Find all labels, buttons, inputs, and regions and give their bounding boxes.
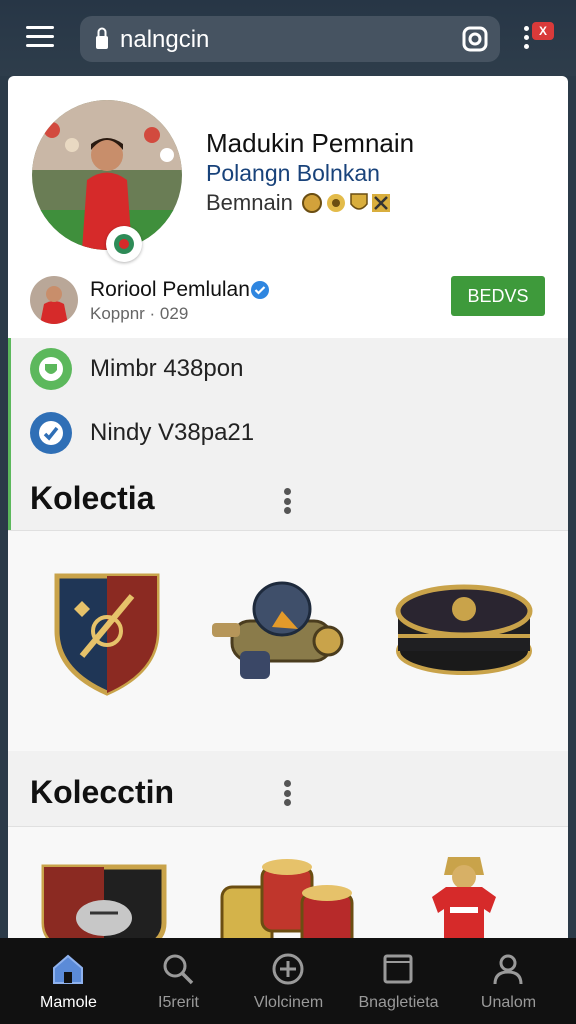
user-meta: Koppnr · 029 (90, 304, 189, 323)
browser-more-icon[interactable] (524, 26, 532, 50)
home-icon (53, 954, 83, 984)
verified-icon (251, 281, 269, 299)
url-text: nalngcin (120, 26, 210, 53)
stat-label: Mimbr 438pon (90, 355, 244, 382)
hamburger-menu-icon[interactable] (26, 26, 54, 48)
team-logo-icon (106, 226, 142, 262)
user-icon (493, 954, 523, 985)
stat-row-index[interactable]: Nindy V38pa21 (30, 410, 254, 456)
check-icon (30, 412, 72, 454)
crest-shield-red-icon[interactable] (40, 863, 168, 938)
gold-shield-icon (350, 193, 368, 210)
user-row: Roriool Pemlulan Koppnr · 029 BEDVS (8, 272, 568, 334)
nav-label: I5rerit (158, 994, 199, 1011)
nav-library[interactable]: Bnagletieta (341, 938, 456, 1024)
accent-bar (8, 338, 11, 530)
collection-title: Kolecctin (30, 774, 175, 810)
lock-icon (96, 27, 108, 49)
profile-title: Madukin Pemnain (206, 128, 415, 158)
collection-more-icon[interactable] (284, 780, 292, 806)
collection-grid (8, 530, 568, 751)
camera-icon[interactable] (462, 26, 488, 52)
role-label: Bemnain (206, 190, 293, 215)
collection-grid (8, 826, 568, 938)
user-avatar[interactable] (30, 276, 78, 324)
round-gold-chest-icon[interactable] (394, 581, 534, 682)
achievement-icons (301, 192, 391, 214)
nav-label: Mamole (40, 994, 97, 1011)
nav-search[interactable]: I5rerit (121, 938, 236, 1024)
badge-icon (30, 348, 72, 390)
action-button[interactable]: BEDVS (451, 276, 545, 316)
stat-label: Nindy V38pa21 (90, 419, 255, 446)
notification-badge[interactable]: X (532, 22, 554, 40)
collection-title: Kolectia (30, 480, 155, 516)
role-row: Bemnain (206, 188, 391, 218)
player-jersey-icon[interactable] (424, 857, 504, 938)
nav-add[interactable]: Vlolcinem (231, 938, 346, 1024)
details-section: Mimbr 438pon Nindy V38pa21 Kolectia Kole… (8, 338, 568, 938)
crest-shield-icon[interactable] (52, 571, 162, 702)
profile-subtitle: Polangn Bolnkan (206, 160, 380, 186)
user-name[interactable]: Roriool Pemlulan (90, 278, 250, 302)
nav-label: Unalom (480, 994, 537, 1011)
nav-profile[interactable]: Unalom (451, 938, 566, 1024)
search-icon (163, 954, 194, 985)
gold-medal-icon (301, 193, 322, 213)
square-icon (383, 954, 413, 984)
stat-row-members[interactable]: Mimbr 438pon (30, 346, 243, 392)
collection-more-icon[interactable] (284, 488, 292, 514)
nav-home[interactable]: Mamole (11, 938, 126, 1024)
cross-badge-icon (371, 194, 390, 212)
treasure-barrels-icon[interactable] (218, 857, 354, 938)
browser-topbar: nalngcin X (0, 0, 576, 76)
bottom-navigation: Mamole I5rerit Vlolcinem Bnagletieta Una… (0, 938, 576, 1024)
plus-icon (272, 953, 304, 985)
nav-label: Bnagletieta (358, 994, 439, 1011)
profile-page: Madukin Pemnain Polangn Bolnkan Bemnain … (8, 76, 568, 938)
nav-label: Vlolcinem (253, 994, 324, 1011)
gold-badge-icon (326, 194, 345, 212)
robot-cannon-icon[interactable] (212, 571, 348, 692)
url-bar[interactable]: nalngcin (80, 16, 500, 62)
